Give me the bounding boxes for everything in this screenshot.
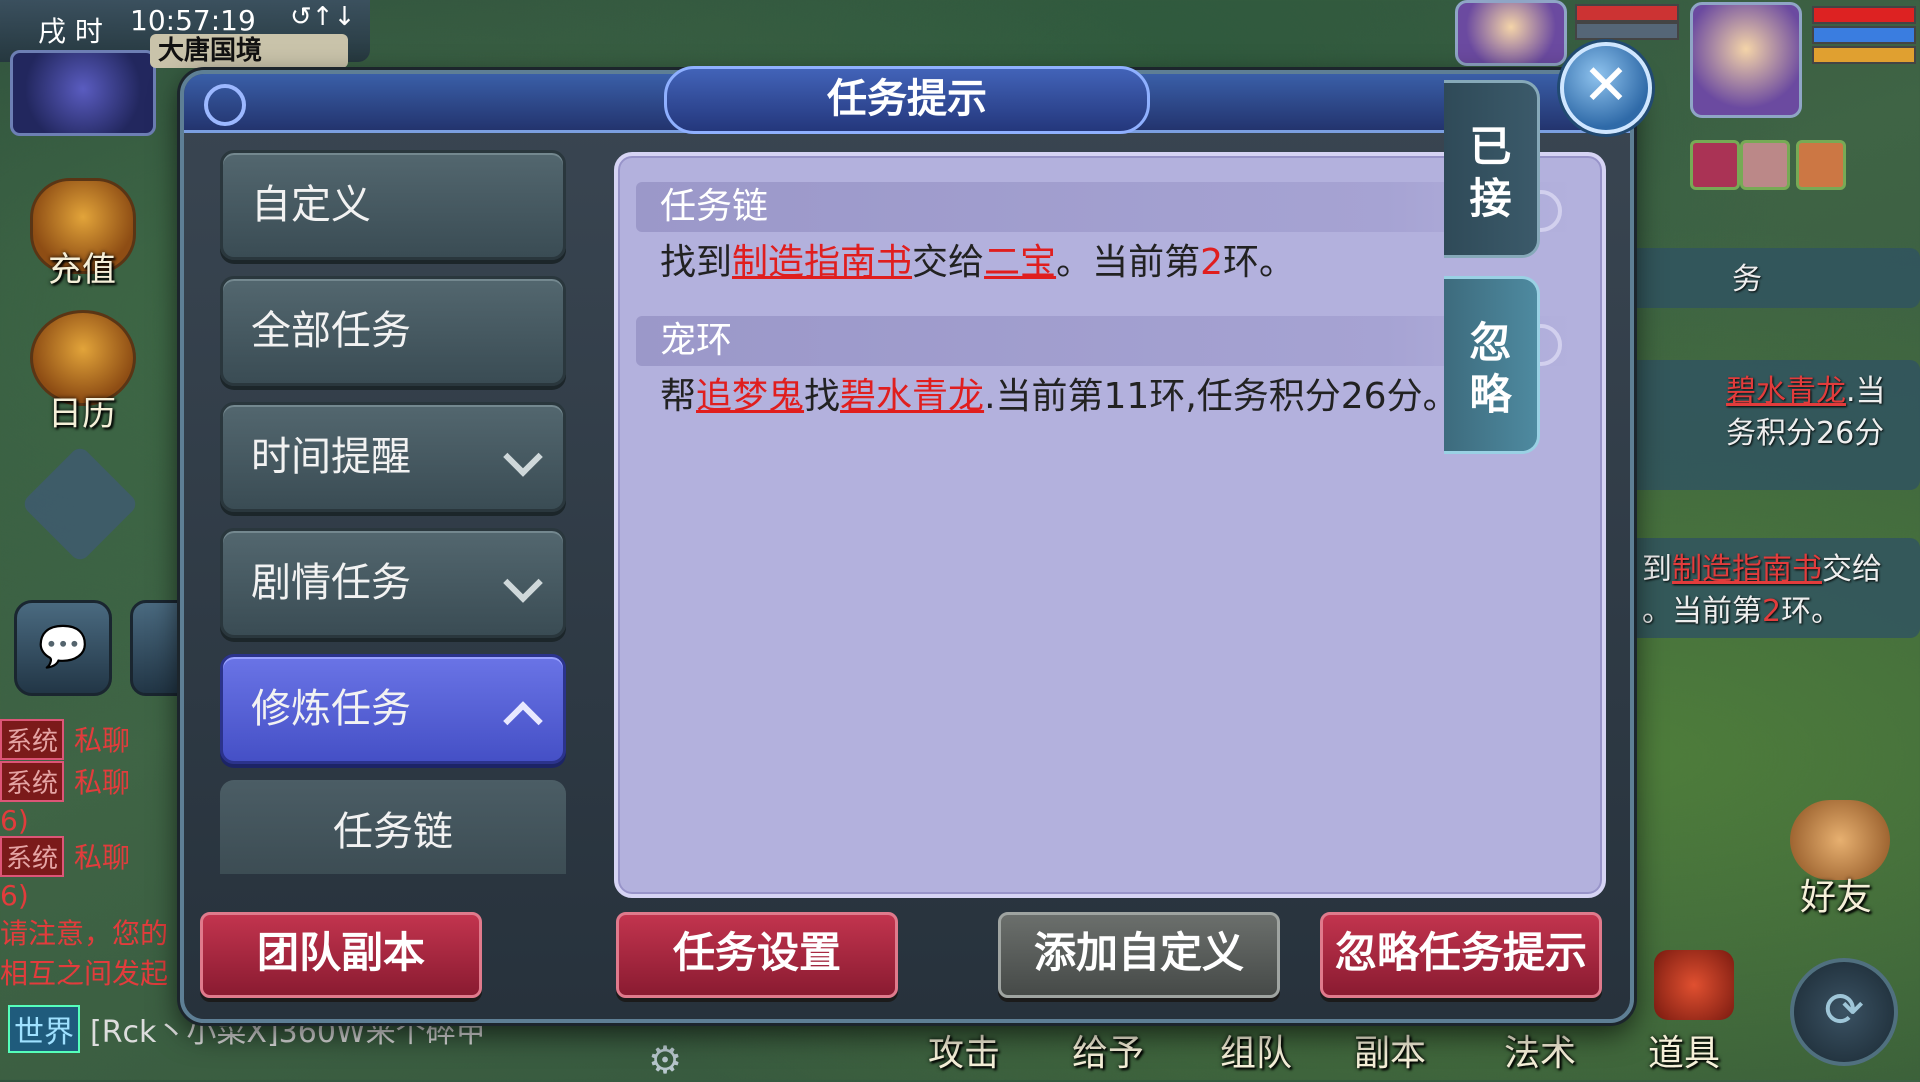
- buff-icon[interactable]: [1796, 140, 1846, 190]
- task-description: 帮追梦鬼找碧水青龙.当前第11环,任务积分26分。: [660, 376, 1459, 417]
- tracker-header: 务: [1620, 248, 1920, 308]
- tracker-link[interactable]: 制造指南书: [1672, 552, 1822, 587]
- chevron-up-icon: [503, 701, 543, 741]
- add-custom-button[interactable]: 添加自定义: [998, 912, 1280, 998]
- category-all-tasks[interactable]: 全部任务: [220, 276, 566, 386]
- chat-notice-line: 请注意，您的: [0, 917, 169, 950]
- task-round-number: 2: [1200, 242, 1223, 283]
- task-npc-link[interactable]: 二宝: [984, 242, 1056, 283]
- category-time-reminder[interactable]: 时间提醒: [220, 402, 566, 512]
- dialog-title: 任务提示: [664, 66, 1150, 134]
- private-chat-tag: 私聊: [74, 724, 131, 757]
- minimap-button[interactable]: [10, 50, 156, 136]
- category-story-tasks[interactable]: 剧情任务: [220, 528, 566, 638]
- category-label: 自定义: [251, 182, 371, 228]
- give-button[interactable]: 给予: [1072, 1024, 1144, 1076]
- friend-label[interactable]: 好友: [1800, 868, 1872, 920]
- category-label: 修炼任务: [251, 686, 411, 732]
- task-npc-link[interactable]: 追梦鬼: [696, 376, 804, 417]
- tab-ignored[interactable]: 忽 略: [1444, 276, 1540, 454]
- dungeon-button[interactable]: 副本: [1354, 1024, 1426, 1076]
- pet-avatar[interactable]: [1455, 0, 1567, 66]
- buff-icon[interactable]: [1690, 140, 1740, 190]
- system-tag: 系统: [0, 718, 65, 760]
- chat-fragment: 6): [0, 879, 29, 912]
- recharge-label: 充值: [48, 250, 116, 290]
- tab-accepted[interactable]: 已 接: [1444, 80, 1540, 258]
- network-signal-icon: ↺↑↓: [290, 2, 356, 32]
- task-content-panel: 任务链 找到制造指南书交给二宝。当前第2环。 宠环 帮追梦鬼找碧水青龙.当前第1…: [614, 152, 1606, 898]
- player-avatar[interactable]: [1690, 2, 1802, 118]
- chat-fragment: 6): [0, 804, 29, 837]
- gear-icon[interactable]: ⚙: [648, 1038, 682, 1082]
- chat-log: 系统 私聊 系统 私聊 6) 系统 私聊 6) 请注意，您的 相互之间发起: [0, 718, 200, 992]
- team-button[interactable]: 组队: [1220, 1024, 1292, 1076]
- task-header: 任务链: [636, 182, 1572, 232]
- chat-row: 系统 私聊: [0, 835, 200, 877]
- chat-row: 系统 私聊: [0, 718, 200, 760]
- chat-notice-line: 相互之间发起: [0, 957, 169, 990]
- ignore-task-hint-button[interactable]: 忽略任务提示: [1320, 912, 1602, 998]
- category-label: 全部任务: [251, 308, 411, 354]
- treasure-chest-icon[interactable]: [1654, 950, 1734, 1020]
- chat-icon[interactable]: 💬: [14, 600, 112, 696]
- system-tag: 系统: [0, 835, 65, 877]
- chevron-down-icon: [503, 563, 543, 603]
- task-entry: 宠环 帮追梦鬼找碧水青龙.当前第11环,任务积分26分。: [636, 316, 1572, 424]
- tracker-link[interactable]: 碧水青龙: [1726, 374, 1846, 409]
- category-training-tasks[interactable]: 修炼任务: [220, 654, 566, 764]
- pet-hp-bar: [1575, 4, 1679, 22]
- task-settings-button[interactable]: 任务设置: [616, 912, 898, 998]
- subcategory-task-chain[interactable]: 任务链: [220, 780, 566, 874]
- attack-button[interactable]: 攻击: [928, 1024, 1000, 1076]
- world-tag: 世界: [8, 1005, 80, 1053]
- buff-icon[interactable]: [1740, 140, 1790, 190]
- category-custom[interactable]: 自定义: [220, 150, 566, 260]
- system-tag: 系统: [0, 760, 65, 802]
- map-name: 大唐国境: [150, 34, 348, 68]
- player-hp-bar: [1812, 6, 1916, 24]
- task-entry: 任务链 找到制造指南书交给二宝。当前第2环。: [636, 182, 1572, 290]
- category-label: 剧情任务: [251, 560, 411, 606]
- skill-button[interactable]: 法术: [1504, 1024, 1576, 1076]
- tracker-entry[interactable]: 到制造指南书交给 。当前第2环。: [1620, 538, 1920, 638]
- team-dungeon-button[interactable]: 团队副本: [200, 912, 482, 998]
- tracker-entry[interactable]: 碧水青龙.当 务积分26分: [1620, 360, 1920, 490]
- task-pet-link[interactable]: 碧水青龙: [840, 376, 984, 417]
- private-chat-tag: 私聊: [74, 766, 131, 799]
- shichen-label: 戌 时: [38, 15, 103, 48]
- inventory-button[interactable]: 道具: [1648, 1024, 1720, 1076]
- task-header: 宠环: [636, 316, 1572, 366]
- chevron-down-icon: [503, 437, 543, 477]
- clock-label: 10:57:19: [130, 4, 256, 37]
- task-description: 找到制造指南书交给二宝。当前第2环。: [660, 242, 1295, 283]
- collapse-toggle-button[interactable]: [20, 444, 140, 564]
- category-list: 自定义 全部任务 时间提醒 剧情任务 修炼任务 任务链: [220, 150, 566, 874]
- close-button[interactable]: ✕: [1560, 42, 1652, 134]
- task-hint-dialog: 任务提示 ✕ 自定义 全部任务 时间提醒 剧情任务 修炼任务 任务链 任务链 找…: [180, 42, 1652, 1023]
- category-label: 时间提醒: [251, 434, 411, 480]
- player-anger-bar: [1812, 46, 1916, 64]
- player-mp-bar: [1812, 26, 1916, 44]
- private-chat-tag: 私聊: [74, 841, 131, 874]
- pet-mp-bar: [1575, 22, 1679, 40]
- refresh-icon[interactable]: ⟳: [1790, 958, 1898, 1066]
- swirl-ornament-icon: [204, 84, 246, 126]
- task-item-link[interactable]: 制造指南书: [732, 242, 912, 283]
- chat-row: 系统 私聊: [0, 760, 200, 802]
- calendar-label: 日历: [48, 394, 116, 434]
